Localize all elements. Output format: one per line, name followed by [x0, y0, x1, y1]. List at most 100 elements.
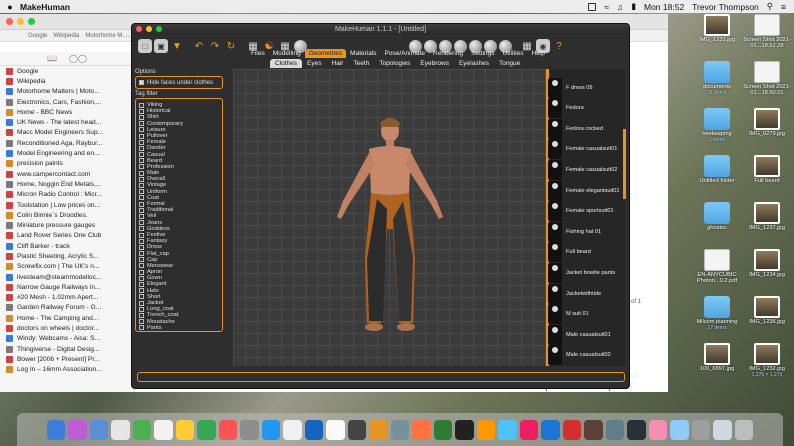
tag-checkbox[interactable] [139, 263, 144, 269]
bookmarks-bar-item[interactable]: Google [28, 33, 47, 39]
dock-app-icon[interactable] [283, 419, 302, 440]
tag-checkbox[interactable] [139, 275, 144, 281]
tag-filter-item[interactable]: Shoes [139, 331, 219, 332]
bookmark-item[interactable]: Home - The Camping and... [0, 313, 134, 323]
desktop-icon[interactable]: Screen Shot 2021-01...18.51.28 [738, 14, 794, 50]
tag-checkbox[interactable] [139, 102, 144, 108]
dock-app-icon[interactable] [412, 419, 431, 440]
bookmark-item[interactable]: Wikipedia [0, 76, 134, 86]
tag-checkbox[interactable] [139, 226, 144, 232]
bookmark-item[interactable]: Screwfix.com | The UK's n... [0, 262, 134, 272]
tag-checkbox[interactable] [139, 269, 144, 275]
bookmark-item[interactable]: Miniature pressure gauges [0, 220, 134, 230]
dock-app-icon[interactable] [369, 419, 388, 440]
zoom-icon[interactable] [156, 26, 162, 32]
desktop-icon[interactable]: IMG_1237.jpg [738, 202, 794, 231]
bookmark-item[interactable]: Micron Radio Control : Micr... [0, 190, 134, 200]
save-icon[interactable]: ▣ [154, 39, 168, 53]
tag-checkbox[interactable] [139, 114, 144, 120]
bookmark-item[interactable]: Bower [2006 + Present] Pr... [0, 354, 134, 364]
tag-checkbox[interactable] [139, 244, 144, 250]
desktop-icon[interactable]: IMG_1236.jpg [738, 296, 794, 325]
tag-checkbox[interactable] [139, 306, 144, 312]
dock-app-icon[interactable] [433, 419, 453, 440]
tag-checkbox[interactable] [139, 312, 144, 318]
tag-checkbox[interactable] [139, 121, 144, 127]
dock-app-icon[interactable] [132, 419, 152, 440]
dock-app-icon[interactable] [691, 419, 711, 440]
reset-icon[interactable]: ↻ [224, 39, 238, 53]
dock-app-icon[interactable] [519, 419, 539, 440]
library-scrollbar[interactable] [623, 129, 626, 199]
menubar-clock[interactable]: Mon 18:52 [644, 2, 684, 12]
export-icon[interactable]: ▼ [170, 39, 184, 53]
desktop-icon[interactable]: IMG_1234.jpg [738, 249, 794, 278]
bookmark-item[interactable]: Google [0, 66, 134, 76]
tag-checkbox[interactable] [139, 238, 144, 244]
dock-app-icon[interactable] [498, 419, 517, 440]
dock-app-icon[interactable] [154, 419, 173, 440]
tag-checkbox[interactable] [139, 319, 144, 325]
main-tab[interactable]: Modelling [269, 49, 305, 58]
dock-app-icon[interactable] [670, 419, 689, 440]
dock-app-icon[interactable] [326, 419, 345, 440]
bookmark-item[interactable]: Windy: Webcams - Aisa: S... [0, 334, 134, 344]
book-icon[interactable]: 📖 [47, 54, 57, 63]
bookmark-item[interactable]: Thingiverse - Digital Desig... [0, 344, 134, 354]
tag-checkbox[interactable] [139, 232, 144, 238]
desktop-icon[interactable]: IMG_1232.jpg 1,276 × 1,276 [738, 343, 794, 378]
wifi-icon[interactable]: ≈ [604, 2, 609, 12]
tag-checkbox[interactable] [139, 257, 144, 263]
redo-icon[interactable]: ↷ [208, 39, 222, 53]
bookmark-item[interactable]: Electronics, Cars, Fashion,... [0, 97, 134, 107]
tag-checkbox[interactable] [139, 127, 144, 133]
sub-tab[interactable]: Teeth [348, 59, 374, 68]
bookmark-item[interactable]: Reconditioned Aga, Raybur... [0, 138, 134, 148]
dock-app-icon[interactable] [713, 419, 732, 440]
dock-app-icon[interactable] [476, 419, 496, 440]
zoom-icon[interactable] [28, 18, 35, 25]
control-center-icon[interactable]: ≡ [781, 2, 786, 12]
tag-checkbox[interactable] [139, 288, 144, 294]
dock-app-icon[interactable] [68, 419, 87, 440]
tag-checkbox[interactable] [139, 325, 144, 331]
tag-checkbox[interactable] [139, 164, 144, 170]
undo-icon[interactable]: ↶ [192, 39, 206, 53]
bookmark-item[interactable]: Narrow Gauge Railways in... [0, 282, 134, 292]
sub-tab[interactable]: Eyebrows [415, 59, 454, 68]
main-tab[interactable]: Help [527, 49, 548, 58]
dock-app-icon[interactable] [648, 419, 668, 440]
bookmark-item[interactable]: Land Rover Series One Club [0, 231, 134, 241]
help-icon[interactable]: ? [552, 39, 566, 53]
tag-checkbox[interactable] [139, 294, 144, 300]
tag-checkbox[interactable] [139, 213, 144, 219]
bookmark-item[interactable]: Plastic Sheeting, Acrylic S... [0, 251, 134, 261]
bookmark-item[interactable]: Colin Binnie`s Droodles. [0, 210, 134, 220]
dock-app-icon[interactable] [627, 419, 646, 440]
tag-checkbox[interactable] [139, 145, 144, 151]
tag-checkbox[interactable] [139, 139, 144, 145]
dock-app-icon[interactable] [390, 419, 410, 440]
tag-checkbox[interactable] [139, 176, 144, 182]
main-tab[interactable]: Utilities [499, 49, 528, 58]
tag-checkbox[interactable] [139, 201, 144, 207]
tag-checkbox[interactable] [139, 133, 144, 139]
bookmark-item[interactable]: livesteam@steammodelloc... [0, 272, 134, 282]
clothes-item[interactable]: Male casualsuit02 [548, 343, 620, 368]
desktop-icon[interactable]: Screen Shot 2021-01...18.50.01 [738, 61, 794, 97]
tag-checkbox[interactable] [139, 189, 144, 195]
bookmark-item[interactable]: #20 Mesh - 1.02mm Apert... [0, 293, 134, 303]
dock-app-icon[interactable] [605, 419, 625, 440]
sub-tab[interactable]: Eyes [302, 59, 326, 68]
bookmark-item[interactable]: Toolstation | Low prices on... [0, 200, 134, 210]
bookmark-item[interactable]: Macc Model Engineers Sup... [0, 128, 134, 138]
bookmarks-bar-item[interactable]: Wikipedia [53, 33, 79, 39]
menu-app-name[interactable]: MakeHuman [20, 2, 70, 12]
dock-app-icon[interactable] [455, 419, 474, 440]
bookmark-item[interactable]: Model Engineering and en... [0, 148, 134, 158]
sub-tab[interactable]: Eyelashes [454, 59, 494, 68]
search-icon[interactable]: ⚲ [767, 1, 773, 12]
main-tab[interactable]: Settings [467, 49, 499, 58]
dock-app-icon[interactable] [218, 419, 238, 440]
bookmark-item[interactable]: Garden Railway Forum - G... [0, 303, 134, 313]
